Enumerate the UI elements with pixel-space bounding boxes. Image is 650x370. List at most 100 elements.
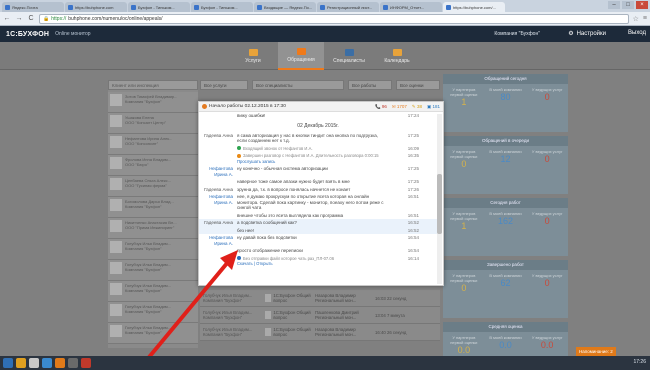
stat-value[interactable]: 62 bbox=[487, 279, 523, 288]
list-item[interactable]: Фролова Инна Владим... ООО "Бюро" bbox=[108, 155, 198, 176]
url-field[interactable]: 🔒 https://buhphone.com/numenu/oc/online/… bbox=[39, 13, 629, 24]
list-item[interactable]: Голубчук Илья Владим... Компания "Бухфон" bbox=[108, 302, 198, 323]
chat-modal: Начало работы 02.12.2015 в 17:30 📞 96 ✉ … bbox=[198, 101, 444, 286]
browser-tab[interactable]: Регистрационный лист... bbox=[317, 2, 379, 12]
message-author[interactable]: Гадеева Анна bbox=[199, 187, 237, 193]
stat-column: В моей компании 62 bbox=[487, 273, 523, 291]
specialists-filter[interactable]: Все специалисты bbox=[252, 80, 344, 90]
nav-tab[interactable]: Обращения bbox=[278, 42, 324, 70]
nav-tab[interactable]: Календарь bbox=[374, 42, 420, 70]
scrollbar-thumb[interactable] bbox=[437, 174, 442, 234]
message-author[interactable]: Нефантова Ирина А. bbox=[199, 166, 237, 177]
forward-icon[interactable]: → bbox=[15, 15, 23, 22]
stat-value[interactable]: 0 bbox=[446, 284, 482, 293]
stat-value[interactable]: 0 bbox=[529, 93, 565, 102]
avatar bbox=[265, 328, 272, 336]
browser-tab[interactable]: Яндекс.Почта bbox=[2, 2, 64, 12]
explorer-icon[interactable] bbox=[29, 358, 39, 368]
minimize-icon[interactable]: – bbox=[608, 1, 620, 9]
stat-value[interactable]: 12 bbox=[487, 155, 523, 164]
maximize-icon[interactable]: □ bbox=[622, 1, 634, 9]
table-row[interactable]: Голубчук Илья Владим... Компания "Бухфон… bbox=[200, 307, 440, 324]
chrome-icon[interactable] bbox=[16, 358, 26, 368]
favicon-icon bbox=[257, 4, 262, 10]
works-filter[interactable]: Все работы bbox=[348, 80, 392, 90]
list-item-company: Компания "Бухфон" bbox=[125, 267, 162, 272]
message-author[interactable]: Нефантова Ирина А. bbox=[199, 194, 237, 205]
list-item[interactable]: Никитченко Анастасия Вл... ООО "Прима Инж… bbox=[108, 218, 198, 239]
services-filter[interactable]: Все услуги bbox=[200, 80, 248, 90]
word-icon[interactable] bbox=[42, 358, 52, 368]
menu-icon[interactable]: ≡ bbox=[643, 15, 647, 22]
event-link[interactable]: Прослушать запись bbox=[237, 159, 275, 164]
bookmark-star-icon[interactable]: ☆ bbox=[633, 15, 639, 23]
close-icon[interactable]: × bbox=[636, 1, 648, 9]
search-input[interactable]: Клиент или инспекция bbox=[108, 80, 198, 90]
row-service: 1С:Бухфон Общий вопрос bbox=[265, 293, 315, 303]
browser-tab[interactable]: https://buhphone.com bbox=[65, 2, 127, 12]
list-item[interactable]: Зотов Тимофей Владимир... Компания "Бухфо… bbox=[108, 92, 198, 113]
avatar bbox=[110, 157, 122, 169]
browser-tab[interactable]: Бухфон - Тиньком... bbox=[128, 2, 190, 12]
list-item[interactable]: Богомолова Дарья Влад... Компания "Бухфон… bbox=[108, 197, 198, 218]
stat-value[interactable]: 0.0 bbox=[487, 341, 523, 350]
nav-tab[interactable]: Специалисты bbox=[326, 42, 372, 70]
table-row[interactable]: Голубчук Илья Владим... Компания "Бухфон… bbox=[200, 324, 440, 341]
message-author[interactable]: Гадеева Анна bbox=[199, 133, 237, 139]
list-item[interactable]: Голубчук Илья Владим... Компания "Бухфон" bbox=[108, 281, 198, 302]
browser-tab[interactable]: Бухфон - Тиньком... bbox=[191, 2, 253, 12]
app-logo[interactable]: 1С:БУХФОН bbox=[6, 31, 49, 38]
message-row: Нефантова Ирина А. ну конечно - обычная с… bbox=[199, 165, 437, 178]
stat-value[interactable]: 0.0 bbox=[529, 341, 565, 350]
stat-value[interactable]: 80 bbox=[487, 93, 523, 102]
chat-scrollbar[interactable] bbox=[437, 114, 442, 284]
app-icon[interactable] bbox=[55, 358, 65, 368]
message-author[interactable]: Гадеева Анна bbox=[199, 220, 237, 226]
stat-panel-title: Средняя оценка bbox=[443, 322, 568, 332]
chat-messages: вижу ошибки! 17:24 02 Декабрь 2015г. Гадеев… bbox=[199, 112, 437, 287]
stat-value[interactable]: 0 bbox=[446, 160, 482, 169]
stat-value[interactable]: 0.0 bbox=[446, 346, 482, 355]
table-row[interactable]: Голубчук Илья Владим... Компания "Бухфон… bbox=[200, 290, 440, 307]
exit-button[interactable]: Выход bbox=[628, 30, 646, 36]
message-text: я сама авторизация у нас в кнопки тиндит… bbox=[237, 132, 379, 144]
message-author[interactable]: Нефантова Ирина А. bbox=[199, 235, 237, 246]
message-row: Гадеева Анна а подсветка сообщений как? 16… bbox=[199, 219, 437, 227]
list-item-text: Фролова Инна Владим... ООО "Бюро" bbox=[125, 157, 171, 173]
stat-value[interactable]: 1 bbox=[446, 222, 482, 231]
media-icon[interactable] bbox=[81, 358, 91, 368]
stat-value[interactable]: 0 bbox=[529, 279, 565, 288]
settings-button[interactable]: ⚙ Настройки bbox=[568, 30, 606, 38]
message-row: наверное тоже самое апазки нужно будет в… bbox=[199, 178, 437, 186]
list-item[interactable]: Голубчук Илья Владим... Компания "Бухфон" bbox=[108, 323, 198, 344]
avatar bbox=[110, 325, 122, 337]
terminal-icon[interactable] bbox=[68, 358, 78, 368]
row-client: Голубчук Илья Владим... Компания "Бухфон… bbox=[203, 310, 253, 320]
list-item-company: Компания "Бухфон" bbox=[125, 330, 162, 335]
event-link[interactable]: Скачать | Открыть bbox=[237, 261, 273, 266]
list-item[interactable]: Нефантова Ирина Алек... ООО "Копсоюзнт" bbox=[108, 134, 198, 155]
start-icon[interactable] bbox=[3, 358, 13, 368]
nav-tab[interactable]: Услуги bbox=[230, 42, 276, 70]
row-service: 1С:Бухфон Общий вопрос bbox=[265, 327, 315, 337]
browser-tab[interactable]: https://buhphone.com/... bbox=[443, 2, 505, 12]
ratings-filter[interactable]: Все оценки bbox=[396, 80, 440, 90]
list-item[interactable]: Ценбаева Ольга Алекс... ООО "Гусиная ферм… bbox=[108, 176, 198, 197]
browser-tab[interactable]: Входящие — Яндекс.По... bbox=[254, 2, 316, 12]
stat-value[interactable]: 1 bbox=[446, 98, 482, 107]
avatar bbox=[110, 262, 122, 274]
browser-tab[interactable]: ИНФОРМ_Отчет... bbox=[380, 2, 442, 12]
nav-tab-label: Специалисты bbox=[333, 57, 365, 64]
list-item[interactable]: Ушакова Елена ООО "Консалт Центр" bbox=[108, 113, 198, 134]
back-icon[interactable]: ← bbox=[3, 15, 11, 22]
reload-icon[interactable]: C bbox=[27, 15, 35, 22]
stat-value[interactable]: 0 bbox=[529, 155, 565, 164]
stat-value[interactable]: 0 bbox=[529, 217, 565, 226]
list-item[interactable]: Голубчук Илья Владим... Компания "Бухфон" bbox=[108, 239, 198, 260]
reminder-notification[interactable]: Напоминание: 2 bbox=[576, 347, 616, 356]
message-text: наверное тоже самое апазки нужно будет в… bbox=[237, 179, 350, 184]
stat-value[interactable]: 162 bbox=[487, 217, 523, 226]
message-row: Нефантова Ирина А. ну давай пока без подс… bbox=[199, 234, 437, 247]
list-item[interactable]: Голубчук Илья Владим... Компания "Бухфон" bbox=[108, 260, 198, 281]
list-item-company: ООО "Бюро" bbox=[125, 162, 149, 167]
